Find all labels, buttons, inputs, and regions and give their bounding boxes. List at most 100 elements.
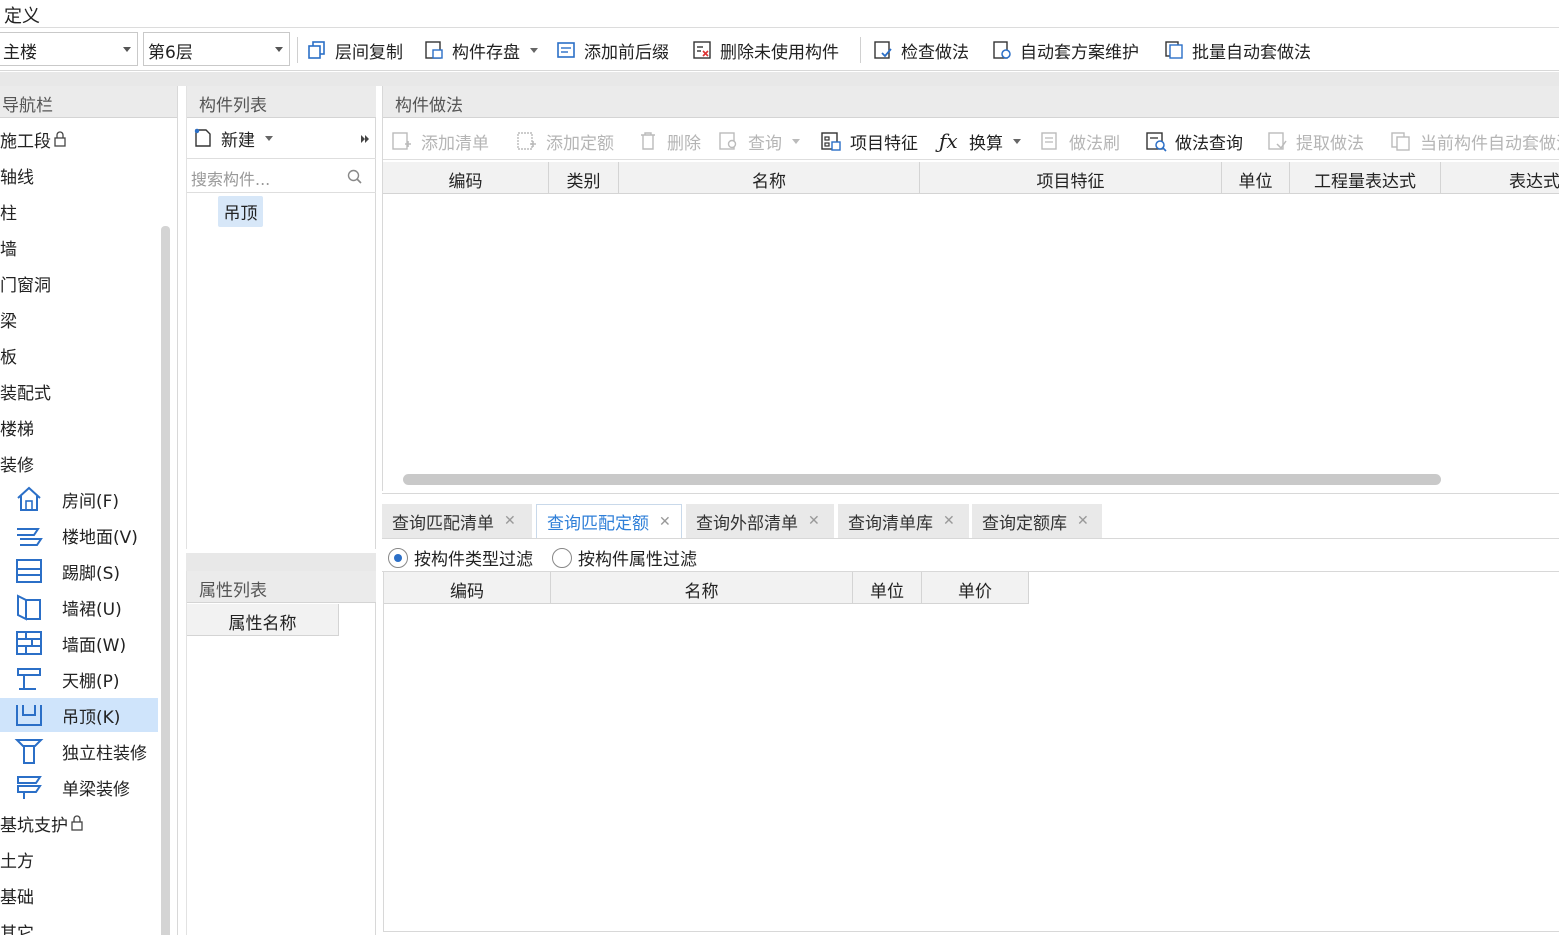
nav-sub-suspended-ceiling[interactable]: 吊顶(K) xyxy=(0,698,158,732)
method-query-icon xyxy=(1146,132,1167,152)
column-expression-desc[interactable]: 表达式说明 xyxy=(1441,162,1559,194)
nav-item-earthwork[interactable]: 土方 xyxy=(0,842,158,876)
tab-list-library[interactable]: 查询清单库 ✕ xyxy=(838,504,969,538)
nav-item-construction-section[interactable]: 施工段 xyxy=(0,122,158,156)
close-icon[interactable]: ✕ xyxy=(1077,513,1089,529)
filter-label: 按构件类型过滤 xyxy=(414,550,533,570)
auto-apply-label: 当前构件自动套做法 xyxy=(1420,133,1559,154)
add-quota-label: 添加定额 xyxy=(546,133,614,154)
nav-item-axis[interactable]: 轴线 xyxy=(0,158,158,192)
nav-sub-ceiling[interactable]: 天棚(P) xyxy=(0,662,158,696)
component-save-button[interactable]: 构件存盘 xyxy=(424,35,538,65)
nav-item-foundation[interactable]: 基础 xyxy=(0,878,158,912)
query-column-name[interactable]: 名称 xyxy=(551,572,853,604)
nav-sub-column-finish[interactable]: 独立柱装修 xyxy=(0,734,158,768)
nav-item-door-window[interactable]: 门窗洞 xyxy=(0,266,158,300)
nav-sub-dado[interactable]: 墙裙(U) xyxy=(0,590,158,624)
chevron-down-icon xyxy=(275,47,283,52)
close-icon[interactable]: ✕ xyxy=(659,514,671,530)
nav-item-slab[interactable]: 板 xyxy=(0,338,158,372)
delete-unused-button[interactable]: 删除未使用构件 xyxy=(692,35,839,65)
nav-sub-label: 踢脚(S) xyxy=(62,563,121,584)
project-feature-label: 项目特征 xyxy=(850,133,918,154)
property-name-column-header[interactable]: 属性名称 xyxy=(187,604,339,636)
component-item[interactable]: 吊顶 xyxy=(218,196,263,227)
method-query-button[interactable]: 做法查询 xyxy=(1145,126,1243,156)
add-quota-icon xyxy=(517,132,536,150)
method-brush-button[interactable]: 做法刷 xyxy=(1039,126,1120,156)
filter-by-property-radio[interactable]: 按构件属性过滤 xyxy=(552,545,697,570)
batch-auto-button[interactable]: 批量自动套做法 xyxy=(1164,35,1311,65)
component-search-input[interactable]: 搜索构件... xyxy=(187,161,376,193)
component-method-panel: 构件做法 添加清单 添加定额 删除 查询 项目特征 ƒx 换算 做法刷 做法查询… xyxy=(382,86,1559,491)
column-feature[interactable]: 项目特征 xyxy=(920,162,1222,194)
column-code[interactable]: 编码 xyxy=(383,162,549,194)
check-method-label: 检查做法 xyxy=(901,42,969,63)
filter-by-type-radio[interactable]: 按构件类型过滤 xyxy=(388,545,533,570)
expand-more-icon[interactable] xyxy=(359,133,371,145)
nav-item-prefab[interactable]: 装配式 xyxy=(0,374,158,408)
conversion-button[interactable]: ƒx 换算 xyxy=(939,126,1021,156)
column-name[interactable]: 名称 xyxy=(619,162,920,194)
panel-splitter[interactable] xyxy=(186,553,376,571)
extract-method-button[interactable]: 提取做法 xyxy=(1266,126,1364,156)
nav-item-wall[interactable]: 墙 xyxy=(0,230,158,264)
nav-item-decoration[interactable]: 装修 xyxy=(0,446,158,480)
tab-label: 查询匹配定额 xyxy=(547,514,649,534)
query-column-unit[interactable]: 单位 xyxy=(853,572,922,604)
main-toolbar: 主楼 第6层 层间复制 构件存盘 添加前后缀 删除未使用构件 检查做法 自动套方… xyxy=(0,29,1559,71)
close-icon[interactable]: ✕ xyxy=(943,513,955,529)
column-category[interactable]: 类别 xyxy=(549,162,619,194)
chevron-down-icon xyxy=(530,47,538,53)
add-quota-button[interactable]: 添加定额 xyxy=(516,126,614,156)
navigation-panel: 导航栏 施工段 轴线 柱 墙 门窗洞 梁 板 装配式 楼梯 装修 房间(F) 楼… xyxy=(0,86,178,935)
query-column-price[interactable]: 单价 xyxy=(922,572,1029,604)
method-horizontal-scrollbar[interactable] xyxy=(403,474,1441,485)
tab-quota-library[interactable]: 查询定额库 ✕ xyxy=(972,504,1102,538)
query-column-code[interactable]: 编码 xyxy=(384,572,551,604)
tab-external-list[interactable]: 查询外部清单 ✕ xyxy=(686,504,834,538)
query-label: 查询 xyxy=(748,133,782,154)
nav-sub-beam-finish[interactable]: 单梁装修 xyxy=(0,770,158,804)
column-finish-icon xyxy=(14,739,44,764)
floor-select[interactable]: 第6层 xyxy=(143,32,290,66)
nav-item-label: 门窗洞 xyxy=(0,275,51,296)
nav-item-stairs[interactable]: 楼梯 xyxy=(0,410,158,444)
suspended-ceiling-icon xyxy=(16,705,42,726)
nav-item-other[interactable]: 其它 xyxy=(0,914,158,935)
nav-sub-room[interactable]: 房间(F) xyxy=(0,482,158,516)
nav-item-pit-support[interactable]: 基坑支护 xyxy=(0,806,158,840)
close-icon[interactable]: ✕ xyxy=(504,513,516,529)
new-component-button[interactable]: 新建 xyxy=(193,123,273,153)
toolbar-strip xyxy=(0,72,1559,86)
project-feature-button[interactable]: 项目特征 xyxy=(820,126,918,156)
floor-group-select[interactable]: 主楼 xyxy=(0,32,138,66)
column-expression[interactable]: 工程量表达式 xyxy=(1290,162,1441,194)
nav-item-label: 其它 xyxy=(0,923,34,935)
nav-item-label: 土方 xyxy=(0,851,34,872)
add-prefix-button[interactable]: 添加前后缀 xyxy=(556,35,669,65)
column-unit[interactable]: 单位 xyxy=(1222,162,1290,194)
auto-scheme-button[interactable]: 自动套方案维护 xyxy=(992,35,1139,65)
nav-sub-skirting[interactable]: 踢脚(S) xyxy=(0,554,158,588)
delete-button[interactable]: 删除 xyxy=(637,126,701,156)
nav-sub-wall-face[interactable]: 墙面(W) xyxy=(0,626,158,660)
tab-match-quota[interactable]: 查询匹配定额 ✕ xyxy=(536,504,682,538)
layer-copy-button[interactable]: 层间复制 xyxy=(307,35,403,65)
nav-sub-floor[interactable]: 楼地面(V) xyxy=(0,518,158,552)
check-method-button[interactable]: 检查做法 xyxy=(873,35,969,65)
nav-item-beam[interactable]: 梁 xyxy=(0,302,158,336)
add-list-button[interactable]: 添加清单 xyxy=(391,126,489,156)
tab-match-list[interactable]: 查询匹配清单 ✕ xyxy=(382,504,532,538)
nav-item-label: 柱 xyxy=(0,203,17,224)
auto-apply-button[interactable]: 当前构件自动套做法 xyxy=(1390,126,1559,156)
query-button[interactable]: 查询 xyxy=(718,126,800,156)
close-icon[interactable]: ✕ xyxy=(808,513,820,529)
conversion-label: 换算 xyxy=(969,133,1003,154)
tab-label: 查询定额库 xyxy=(982,513,1067,534)
nav-scrollbar[interactable] xyxy=(161,226,170,935)
search-icon[interactable] xyxy=(347,169,363,185)
filter-options: 按构件类型过滤 按构件属性过滤 xyxy=(382,538,1559,572)
add-list-icon xyxy=(392,132,411,150)
nav-item-column[interactable]: 柱 xyxy=(0,194,158,228)
